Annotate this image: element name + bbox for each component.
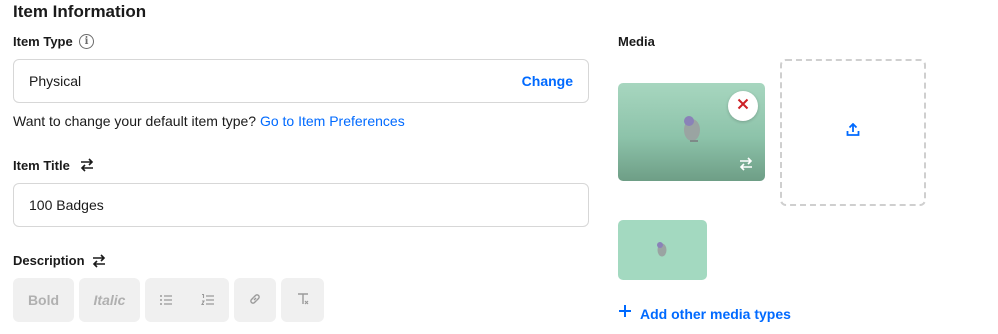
add-other-media-link[interactable]: Add other media types <box>618 304 791 323</box>
item-title-input[interactable]: 100 Badges <box>29 197 104 213</box>
media-thumbnail[interactable] <box>618 220 707 280</box>
italic-button[interactable]: Italic <box>79 278 140 322</box>
badge-thumbnail-image <box>657 242 667 257</box>
bulleted-list-icon[interactable] <box>145 293 187 307</box>
item-preferences-link[interactable]: Go to Item Preferences <box>260 113 405 129</box>
swap-arrows-icon[interactable] <box>79 157 95 173</box>
clear-format-icon <box>296 292 310 309</box>
numbered-list-icon[interactable] <box>187 293 229 307</box>
media-label: Media <box>618 34 655 49</box>
item-type-helper: Want to change your default item type? G… <box>13 113 405 129</box>
add-other-media-label: Add other media types <box>640 305 791 322</box>
list-button-group <box>145 278 229 322</box>
bold-label: Bold <box>27 292 60 308</box>
swap-arrows-icon[interactable] <box>738 156 754 177</box>
item-type-field: Physical Change <box>13 59 589 103</box>
change-item-type-button[interactable]: Change <box>522 73 573 89</box>
helper-text: Want to change your default item type? <box>13 113 257 129</box>
clear-format-button[interactable] <box>281 278 324 322</box>
remove-media-button[interactable] <box>728 91 758 121</box>
item-title-field[interactable]: 100 Badges <box>13 183 589 227</box>
item-type-label: Item Type <box>13 34 73 49</box>
bold-button[interactable]: Bold <box>13 278 74 322</box>
close-icon <box>737 97 749 115</box>
plus-icon <box>618 304 632 323</box>
section-title: Item Information <box>13 2 147 21</box>
description-label: Description <box>13 253 85 268</box>
swap-arrows-icon[interactable] <box>91 253 107 269</box>
link-button[interactable] <box>234 278 276 322</box>
item-title-label: Item Title <box>13 158 70 173</box>
upload-media-dropzone[interactable] <box>780 59 926 206</box>
italic-label: Italic <box>93 292 126 308</box>
badge-figure-image <box>684 116 700 142</box>
item-type-value: Physical <box>29 73 82 89</box>
info-icon[interactable]: i <box>79 34 94 49</box>
upload-icon <box>846 122 860 142</box>
link-icon <box>248 292 262 309</box>
